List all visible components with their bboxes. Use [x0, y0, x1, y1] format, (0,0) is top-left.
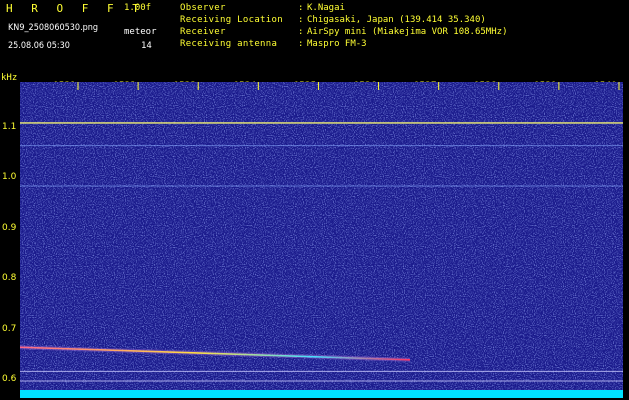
- y-tick-label: 0.6: [2, 374, 17, 384]
- y-tick-label: 1.1: [2, 122, 17, 132]
- y-tick-label: 0.7: [2, 323, 17, 334]
- info-value-receiver: AirSpy mini (Miakejima VOR 108.65MHz): [307, 27, 508, 37]
- app-version: 1.00f: [124, 3, 152, 13]
- info-value-location: Chigasaki, Japan (139.414 35.340): [307, 15, 486, 25]
- spectrogram-screen: H R O F F T 1.00f KN9_2508060530.png met…: [0, 0, 629, 400]
- info-colon: :: [298, 39, 304, 49]
- info-label-observer: Observer: [180, 3, 226, 13]
- info-label-receiver: Receiver: [180, 27, 226, 37]
- y-tick-label: 1.0: [2, 172, 17, 183]
- bottom-band: [20, 390, 623, 398]
- info-colon: :: [298, 3, 304, 13]
- spectrogram-svg: [20, 82, 623, 398]
- y-tick-label: 0.8: [2, 273, 17, 284]
- info-value-observer: K.Nagai: [307, 3, 345, 13]
- info-label-antenna: Receiving antenna: [180, 39, 278, 49]
- meteor-count: 14: [141, 41, 152, 51]
- info-colon: :: [298, 15, 304, 25]
- spectrogram-plot: [20, 82, 623, 398]
- y-tick-label: 0.9: [2, 222, 17, 233]
- observation-datetime: 25.08.06 05:30: [8, 41, 70, 51]
- meteor-label: meteor: [124, 27, 157, 37]
- info-colon: :: [298, 27, 304, 37]
- info-value-antenna: Maspro FM-3: [307, 39, 367, 49]
- file-name: KN9_2508060530.png: [8, 23, 99, 33]
- info-label-location: Receiving Location: [180, 15, 283, 25]
- y-axis-label: kHz: [1, 73, 18, 83]
